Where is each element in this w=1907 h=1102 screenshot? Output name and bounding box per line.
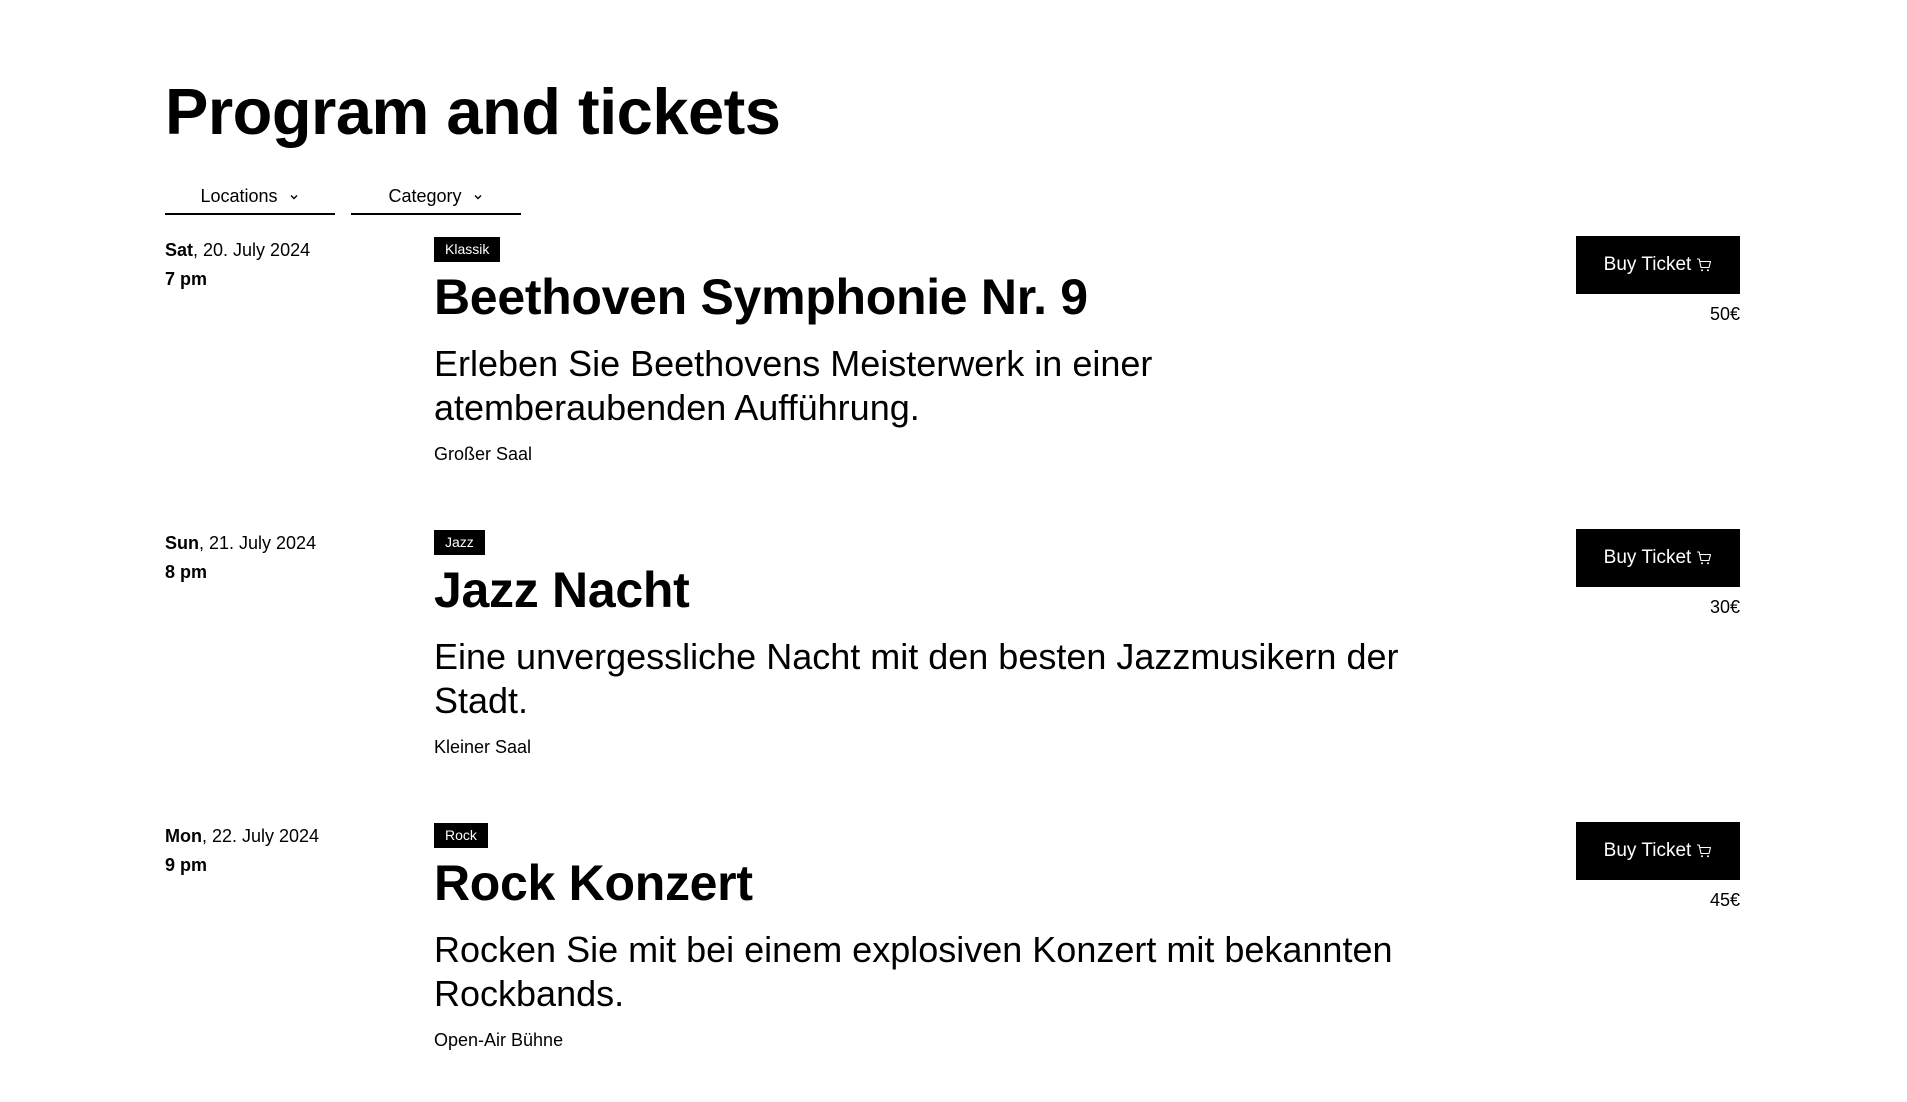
event-item: Sat, 20. July 2024 7 pm Klassik Beethove… xyxy=(165,236,1740,516)
event-time: 7 pm xyxy=(165,269,208,289)
event-date-text: , 22. July 2024 xyxy=(201,826,320,846)
chevron-down-icon xyxy=(474,194,482,199)
cart-icon xyxy=(1697,258,1712,272)
buy-ticket-button[interactable]: Buy Ticket xyxy=(1576,236,1740,294)
locations-filter-dropdown[interactable]: Locations xyxy=(165,180,335,215)
event-time: 9 pm xyxy=(165,855,208,875)
category-filter-dropdown[interactable]: Category xyxy=(351,180,521,215)
cart-icon xyxy=(1697,844,1712,858)
category-badge: Klassik xyxy=(434,237,501,262)
event-description: Rocken Sie mit bei einem explosiven Konz… xyxy=(434,929,1393,1014)
event-weekday: Sun xyxy=(165,533,199,553)
category-badge: Rock xyxy=(434,823,488,848)
ticket-price: 45€ xyxy=(1709,890,1740,910)
buy-ticket-button[interactable]: Buy Ticket xyxy=(1576,529,1740,587)
event-title: Beethoven Symphonie Nr. 9 xyxy=(434,269,1088,325)
event-weekday: Mon xyxy=(165,826,202,846)
event-description: Erleben Sie Beethovens Meisterwerk in ei… xyxy=(434,343,1153,428)
category-filter-label: Category xyxy=(388,186,462,206)
event-date: Mon, 22. July 2024 9 pm xyxy=(165,822,319,880)
buy-ticket-button[interactable]: Buy Ticket xyxy=(1576,822,1740,880)
locations-filter-label: Locations xyxy=(200,186,278,206)
buy-ticket-label: Buy Ticket xyxy=(1603,254,1692,275)
event-date-text: , 21. July 2024 xyxy=(199,533,317,553)
event-item: Sun, 21. July 2024 8 pm Jazz Jazz Nacht … xyxy=(165,529,1740,809)
page-title: Program and tickets xyxy=(165,75,781,148)
buy-ticket-label: Buy Ticket xyxy=(1603,547,1692,568)
event-title: Jazz Nacht xyxy=(434,562,690,618)
event-date: Sun, 21. July 2024 8 pm xyxy=(165,529,316,587)
event-description: Eine unvergessliche Nacht mit den besten… xyxy=(434,636,1399,721)
chevron-down-icon xyxy=(290,194,298,199)
event-date-text: , 20. July 2024 xyxy=(193,240,311,260)
buy-ticket-label: Buy Ticket xyxy=(1603,840,1692,861)
ticket-price: 50€ xyxy=(1709,304,1740,324)
event-time: 8 pm xyxy=(165,562,208,582)
event-venue: Großer Saal xyxy=(434,444,533,464)
cart-icon xyxy=(1697,551,1712,565)
event-weekday: Sat xyxy=(165,240,194,260)
event-date: Sat, 20. July 2024 7 pm xyxy=(165,236,310,294)
event-venue: Open-Air Bühne xyxy=(434,1030,564,1050)
event-venue: Kleiner Saal xyxy=(434,737,532,757)
category-badge: Jazz xyxy=(434,530,485,555)
ticket-price: 30€ xyxy=(1709,597,1740,617)
event-title: Rock Konzert xyxy=(434,855,753,911)
event-item: Mon, 22. July 2024 9 pm Rock Rock Konzer… xyxy=(165,822,1740,1102)
